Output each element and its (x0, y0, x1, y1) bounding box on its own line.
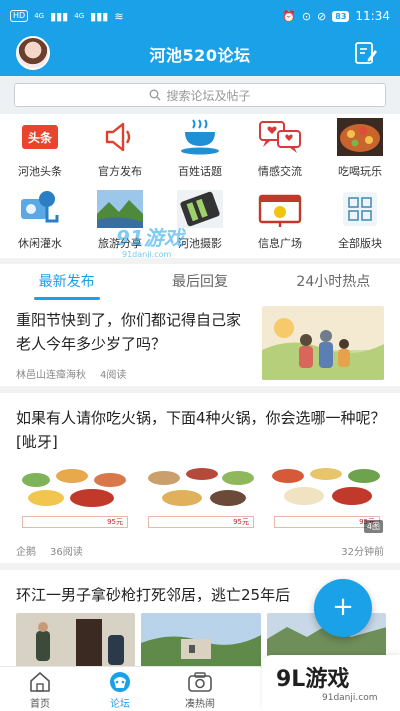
category-label: 河池头条 (18, 165, 62, 178)
grid-icon (337, 189, 383, 229)
coffee-cup-icon (177, 117, 223, 157)
home-icon (30, 672, 50, 692)
search-input[interactable]: 搜索论坛及帖子 (14, 83, 386, 107)
watermark-logo-text: 9L游戏 (276, 667, 350, 692)
category-info[interactable]: 信息广场 (240, 189, 320, 253)
wifi-icon: ≋ (114, 9, 124, 23)
post-reads: 36阅读 (50, 547, 83, 558)
svg-text:头条: 头条 (28, 130, 53, 145)
tab-last-reply[interactable]: 最后回复 (133, 264, 266, 300)
camera-icon (188, 672, 212, 692)
toutiao-icon: 头条 (17, 117, 63, 157)
post-image: 95元 4图 (268, 460, 386, 536)
mute-icon: ⊘ (317, 9, 327, 23)
category-leisure[interactable]: 休闲灌水 (0, 189, 80, 253)
category-label: 百姓话题 (178, 165, 222, 178)
category-label: 全部版块 (338, 237, 382, 250)
category-all[interactable]: 全部版块 (320, 189, 400, 253)
top-bar: HD 4G ▮▮▮ 4G ▮▮▮ ≋ ⏰ ⊙ ⊘ 83 11:34 河池520论… (0, 0, 400, 76)
watermark-center: 91游戏 91danji.com (116, 222, 248, 262)
forum-icon (110, 672, 130, 692)
page-title: 河池520论坛 (149, 46, 251, 65)
feed-tabs: 最新发布 最后回复 24小时热点 (0, 258, 400, 300)
category-label: 情感交流 (258, 165, 302, 178)
post-image (16, 613, 136, 673)
post-meta: 林邑山连瘴海秋 4阅读 (16, 366, 126, 381)
battery-level: 83 (332, 10, 350, 22)
post-meta: 企鹅 36阅读 (16, 543, 83, 558)
signal-bars-icon: ▮▮▮ (90, 9, 109, 23)
search-bar-wrapper: 搜索论坛及帖子 (0, 76, 400, 114)
alarm-icon: ⏰ (282, 9, 296, 23)
clock-time: 11:34 (355, 9, 390, 23)
nav-home[interactable]: 首页 (0, 667, 80, 711)
post-image (141, 613, 261, 673)
nav-label: 首页 (30, 699, 50, 710)
category-emotion[interactable]: 情感交流 (240, 117, 320, 181)
food-plate-icon (337, 117, 383, 157)
category-label: 吃喝玩乐 (338, 165, 382, 178)
post-image: 95元 (142, 460, 260, 536)
watermark-corner: 9L游戏 91danji.com (262, 655, 400, 711)
compose-icon[interactable] (354, 41, 378, 65)
post-item[interactable]: 如果有人请你吃火锅，下面4种火锅，你会选哪一种呢？[呲牙] 95元 95元 95… (0, 400, 400, 570)
post-title: 重阳节快到了，你们都记得自己家老人今年多少岁了吗？ (16, 311, 242, 353)
app-header: 河池520论坛 (0, 32, 400, 76)
category-toutiao[interactable]: 头条 河池头条 (0, 117, 80, 181)
post-author: 林邑山连瘴海秋 (16, 370, 86, 381)
category-topics[interactable]: 百姓话题 (160, 117, 240, 181)
post-item[interactable]: 重阳节快到了，你们都记得自己家老人今年多少岁了吗？ 林邑山连瘴海秋 4阅读 (0, 300, 400, 393)
tab-latest[interactable]: 最新发布 (0, 264, 133, 300)
water-icon (17, 189, 63, 229)
signal-1: 4G (34, 12, 45, 20)
category-official[interactable]: 官方发布 (80, 117, 160, 181)
image-count-badge: 4图 (363, 520, 383, 533)
hd-badge: HD (10, 10, 29, 22)
signal-bars-icon: ▮▮▮ (50, 9, 69, 23)
price-tag: 95元 (148, 516, 254, 528)
watermark-text: 91游戏 (116, 226, 184, 250)
tab-24h-hot[interactable]: 24小时热点 (267, 264, 400, 300)
search-placeholder: 搜索论坛及帖子 (166, 88, 251, 103)
nav-label: 论坛 (110, 699, 130, 710)
category-label: 信息广场 (258, 237, 302, 250)
location-icon: ⊙ (301, 9, 312, 23)
search-icon (150, 89, 161, 101)
signal-2: 4G (74, 12, 85, 20)
category-label: 官方发布 (98, 165, 142, 178)
nav-trending[interactable]: 凑热闹 (160, 667, 240, 711)
post-image: 95元 (16, 460, 134, 536)
new-post-fab[interactable]: + (314, 579, 372, 637)
category-food[interactable]: 吃喝玩乐 (320, 117, 400, 181)
category-label: 休闲灌水 (18, 237, 62, 250)
chat-hearts-icon (257, 117, 303, 157)
nav-label: 凑热闹 (185, 699, 215, 710)
nav-forum[interactable]: 论坛 (80, 667, 160, 711)
post-author: 企鹅 (16, 547, 36, 558)
post-thumbnail (262, 306, 384, 380)
user-avatar[interactable] (16, 36, 50, 70)
megaphone-icon (97, 117, 143, 157)
post-reads: 4阅读 (100, 370, 127, 381)
watermark-url: 91danji.com (322, 693, 378, 703)
price-tag: 95元 (22, 516, 128, 528)
post-title: 如果有人请你吃火锅，下面4种火锅，你会选哪一种呢？[呲牙] (16, 409, 386, 451)
post-time: 32分钟前 (341, 547, 384, 558)
info-board-icon (257, 189, 303, 229)
status-bar: HD 4G ▮▮▮ 4G ▮▮▮ ≋ ⏰ ⊙ ⊘ 83 11:34 (0, 0, 400, 32)
post-image-row: 95元 95元 95元 4图 (16, 460, 386, 536)
